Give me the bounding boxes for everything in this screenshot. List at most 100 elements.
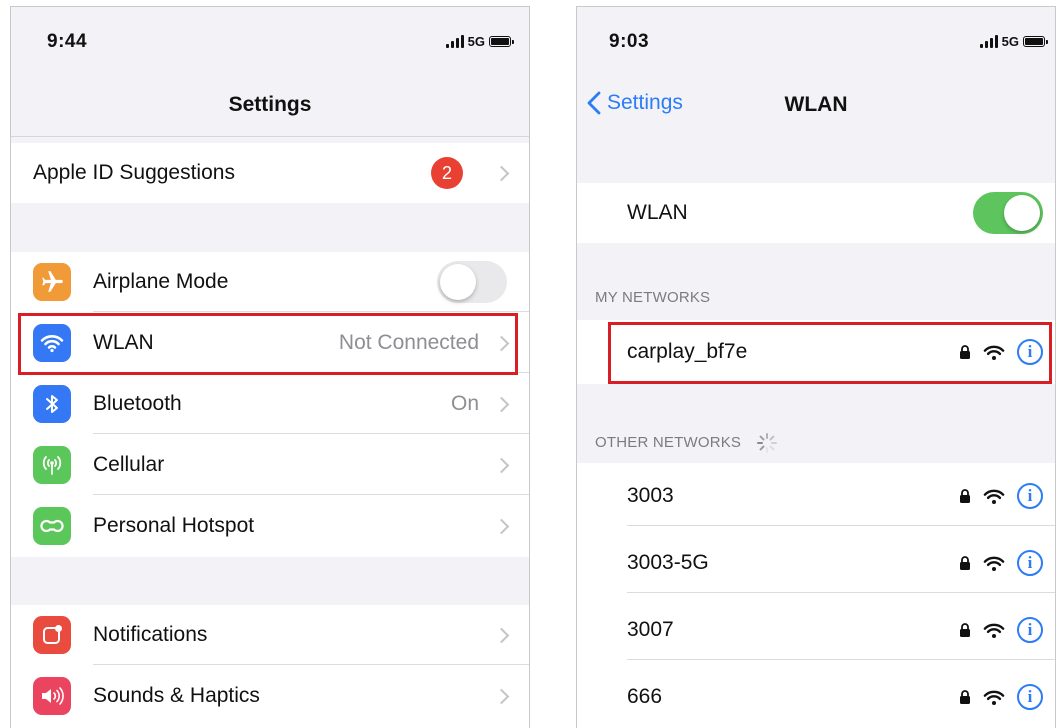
wlan-status-value: Not Connected bbox=[338, 331, 479, 354]
sounds-haptics-label: Sounds & Haptics bbox=[93, 684, 260, 707]
network-row[interactable]: carplay_bf7e i bbox=[577, 322, 1055, 382]
connectivity-group: Airplane Mode WLAN Not Connected Bluetoo… bbox=[11, 252, 529, 557]
chevron-right-icon bbox=[493, 518, 510, 534]
wlan-toggle-switch[interactable] bbox=[973, 192, 1043, 234]
speaker-icon bbox=[33, 677, 71, 715]
wlan-label: WLAN bbox=[93, 331, 154, 354]
bluetooth-label: Bluetooth bbox=[93, 392, 182, 415]
notifications-label: Notifications bbox=[93, 623, 208, 646]
status-bar: 9:03 5G bbox=[577, 7, 1055, 67]
row-divider bbox=[93, 372, 529, 373]
wlan-toggle-row: WLAN bbox=[577, 183, 1055, 243]
lock-icon bbox=[960, 690, 970, 704]
network-row[interactable]: 666 i bbox=[577, 667, 1055, 727]
chevron-right-icon bbox=[493, 457, 510, 473]
my-networks-header: MY NETWORKS bbox=[595, 289, 711, 306]
apple-id-group: Apple ID Suggestions 2 bbox=[11, 143, 529, 203]
lock-icon bbox=[960, 345, 970, 359]
status-indicators: 5G bbox=[979, 34, 1048, 49]
row-divider bbox=[93, 664, 529, 665]
info-icon[interactable]: i bbox=[1017, 550, 1043, 576]
network-status-icons: i bbox=[959, 684, 1043, 710]
other-networks-header-label: OTHER NETWORKS bbox=[595, 433, 742, 451]
row-divider bbox=[93, 494, 529, 495]
row-divider bbox=[627, 659, 1055, 660]
wlan-row[interactable]: WLAN Not Connected bbox=[11, 313, 529, 373]
toggle-knob bbox=[440, 264, 476, 300]
wifi-signal-icon bbox=[983, 623, 1005, 638]
cellular-row[interactable]: Cellular bbox=[11, 435, 529, 495]
chevron-right-icon bbox=[493, 396, 510, 412]
network-name: 666 bbox=[627, 685, 663, 708]
network-row[interactable]: 3003-5G i bbox=[577, 533, 1055, 593]
loading-spinner-icon bbox=[756, 433, 777, 453]
cellular-label: Cellular bbox=[93, 453, 165, 476]
wifi-signal-icon bbox=[983, 345, 1005, 360]
wlan-screen: 9:03 5G Settings WLAN WLAN MY NETWORKS c… bbox=[576, 6, 1056, 728]
network-type: 5G bbox=[467, 34, 485, 49]
info-icon[interactable]: i bbox=[1017, 684, 1043, 710]
airplane-icon bbox=[33, 263, 71, 301]
status-time: 9:44 bbox=[47, 31, 88, 52]
settings-screen: 9:44 5G Settings Apple ID Suggestions 2 … bbox=[10, 6, 530, 728]
row-divider bbox=[627, 525, 1055, 526]
notifications-group: Notifications Sounds & Haptics bbox=[11, 605, 529, 728]
network-row[interactable]: 3003 i bbox=[577, 466, 1055, 526]
airplane-mode-row: Airplane Mode bbox=[11, 252, 529, 312]
network-name: carplay_bf7e bbox=[627, 340, 748, 363]
info-icon[interactable]: i bbox=[1017, 339, 1043, 365]
row-divider bbox=[93, 311, 529, 312]
notifications-row[interactable]: Notifications bbox=[11, 605, 529, 665]
battery-icon bbox=[1023, 36, 1048, 47]
row-divider bbox=[93, 433, 529, 434]
wifi-signal-icon bbox=[983, 556, 1005, 571]
chevron-right-icon bbox=[493, 165, 510, 181]
signal-bars-icon bbox=[979, 35, 998, 48]
network-name: 3007 bbox=[627, 618, 674, 641]
network-status-icons: i bbox=[959, 339, 1043, 365]
notifications-icon bbox=[33, 616, 71, 654]
signal-bars-icon bbox=[445, 35, 464, 48]
other-networks-group: 3003 i 3003-5G i 3007 i 666 i bbox=[577, 463, 1055, 728]
wifi-icon bbox=[33, 324, 71, 362]
chevron-right-icon bbox=[493, 335, 510, 351]
cellular-antenna-icon bbox=[33, 446, 71, 484]
status-indicators: 5G bbox=[445, 34, 514, 49]
status-bar: 9:44 5G bbox=[11, 7, 529, 67]
bluetooth-status-value: On bbox=[450, 392, 479, 415]
row-divider bbox=[627, 592, 1055, 593]
info-icon[interactable]: i bbox=[1017, 483, 1043, 509]
network-status-icons: i bbox=[959, 483, 1043, 509]
personal-hotspot-row[interactable]: Personal Hotspot bbox=[11, 496, 529, 556]
network-row[interactable]: 3007 i bbox=[577, 600, 1055, 660]
wlan-toggle-group: WLAN bbox=[577, 183, 1055, 243]
network-type: 5G bbox=[1001, 34, 1019, 49]
page-title: Settings bbox=[228, 93, 312, 116]
airplane-mode-toggle[interactable] bbox=[437, 261, 507, 303]
chevron-right-icon bbox=[493, 627, 510, 643]
chevron-right-icon bbox=[493, 688, 510, 704]
wifi-signal-icon bbox=[983, 690, 1005, 705]
personal-hotspot-label: Personal Hotspot bbox=[93, 514, 255, 537]
wifi-signal-icon bbox=[983, 489, 1005, 504]
network-status-icons: i bbox=[959, 617, 1043, 643]
hotspot-link-icon bbox=[33, 507, 71, 545]
network-name: 3003 bbox=[627, 484, 674, 507]
network-status-icons: i bbox=[959, 550, 1043, 576]
airplane-mode-label: Airplane Mode bbox=[93, 270, 229, 293]
lock-icon bbox=[960, 489, 970, 503]
apple-id-suggestions-label: Apple ID Suggestions bbox=[33, 161, 235, 184]
navbar-divider bbox=[11, 136, 529, 137]
sounds-haptics-row[interactable]: Sounds & Haptics bbox=[11, 666, 529, 726]
apple-id-suggestions-row[interactable]: Apple ID Suggestions 2 bbox=[11, 143, 529, 203]
info-icon[interactable]: i bbox=[1017, 617, 1043, 643]
battery-icon bbox=[489, 36, 514, 47]
page-title: WLAN bbox=[784, 93, 848, 116]
my-networks-group: carplay_bf7e i bbox=[577, 320, 1055, 384]
lock-icon bbox=[960, 623, 970, 637]
network-name: 3003-5G bbox=[627, 551, 709, 574]
other-networks-header: OTHER NETWORKS bbox=[595, 432, 778, 454]
toggle-knob bbox=[1004, 195, 1040, 231]
bluetooth-row[interactable]: Bluetooth On bbox=[11, 374, 529, 434]
notification-badge: 2 bbox=[431, 157, 463, 189]
